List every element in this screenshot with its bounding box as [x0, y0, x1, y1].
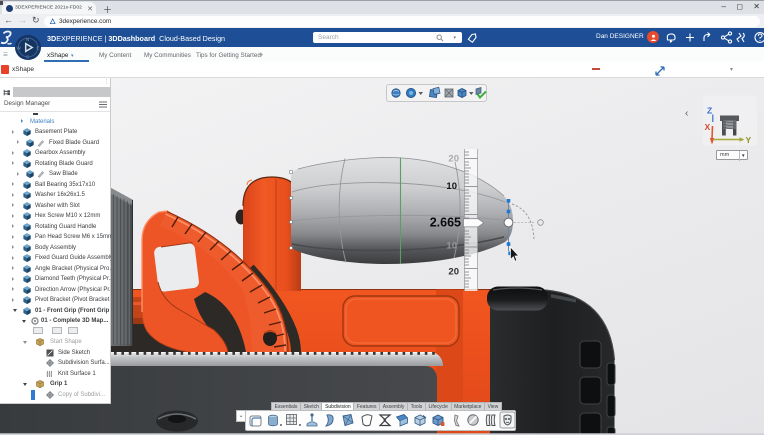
svg-text:10: 10 [446, 181, 457, 192]
svg-text:E: E [37, 46, 40, 51]
svg-text:‹: ‹ [685, 108, 688, 119]
svg-text:20: 20 [448, 154, 459, 165]
svg-text:2.665: 2.665 [430, 216, 461, 230]
svg-text:20: 20 [448, 267, 459, 278]
svg-text:Z: Z [707, 106, 712, 116]
svg-text:N: N [26, 37, 29, 42]
svg-text:10: 10 [446, 241, 457, 252]
svg-text:Y: Y [746, 135, 752, 145]
svg-text:X: X [705, 122, 711, 132]
svg-text:S: S [26, 55, 29, 60]
